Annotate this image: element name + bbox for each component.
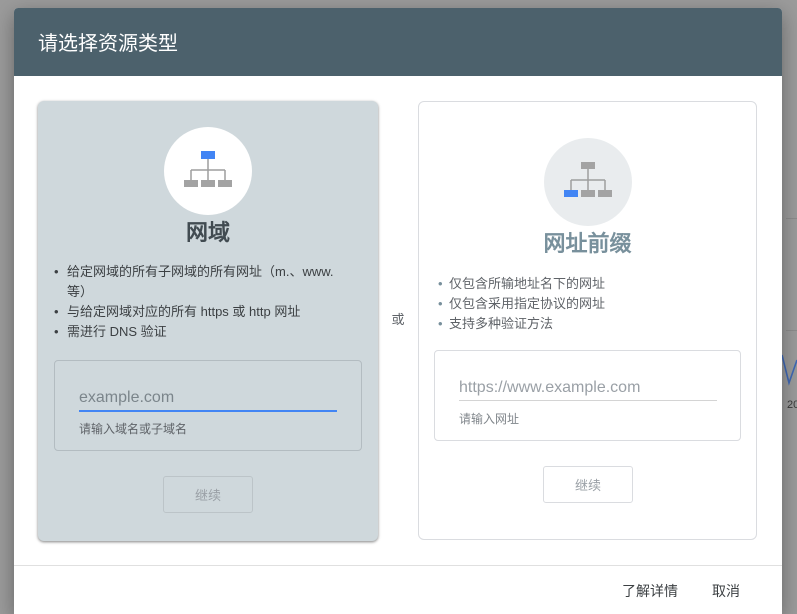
background-divider (786, 330, 797, 331)
list-item: 给定网域的所有子网域的所有网址（m.、www. 等） (54, 262, 344, 302)
list-item: 与给定网域对应的所有 https 或 http 网址 (54, 302, 344, 322)
background-divider (786, 218, 797, 219)
url-prefix-input-helper: 请输入网址 (459, 412, 520, 426)
sitemap-icon (564, 162, 612, 197)
list-item: 仅包含所输地址名下的网址 (438, 274, 728, 294)
url-prefix-icon-circle (544, 138, 632, 226)
url-prefix-continue-button[interactable]: 继续 (543, 466, 633, 503)
url-prefix-title: 网址前缀 (543, 231, 632, 256)
domain-input-field: 请输入域名或子域名 (54, 360, 362, 451)
url-prefix-input[interactable] (459, 375, 717, 401)
list-item: 支持多种验证方法 (438, 314, 728, 334)
url-prefix-feature-list: 仅包含所输地址名下的网址 仅包含采用指定协议的网址 支持多种验证方法 (438, 274, 728, 334)
url-prefix-card[interactable]: 网址前缀 仅包含所输地址名下的网址 仅包含采用指定协议的网址 支持多种验证方法 … (418, 101, 757, 540)
dialog-header: 请选择资源类型 (14, 8, 782, 76)
list-item: 需进行 DNS 验证 (54, 322, 344, 342)
resource-type-dialog: 请选择资源类型 网域 给定网域的所有子网域的所有网址（m.、www. 等） 与给… (14, 8, 782, 614)
domain-input[interactable] (79, 385, 337, 412)
cancel-button[interactable]: 取消 (704, 579, 748, 603)
list-item: 仅包含采用指定协议的网址 (438, 294, 728, 314)
domain-continue-button[interactable]: 继续 (163, 476, 253, 513)
domain-title: 网域 (185, 220, 230, 245)
or-separator: 或 (391, 312, 405, 327)
background-axis-label: 20 (787, 399, 797, 411)
dialog-title: 请选择资源类型 (38, 33, 178, 55)
domain-card[interactable]: 网域 给定网域的所有子网域的所有网址（m.、www. 等） 与给定网域对应的所有… (38, 101, 378, 541)
sitemap-icon (184, 151, 232, 187)
domain-input-helper: 请输入域名或子域名 (79, 422, 188, 436)
footer-divider (14, 565, 782, 566)
domain-feature-list: 给定网域的所有子网域的所有网址（m.、www. 等） 与给定网域对应的所有 ht… (54, 262, 344, 342)
background-chart-line (781, 354, 797, 386)
domain-icon-circle (164, 127, 252, 215)
url-prefix-input-field: 请输入网址 (434, 350, 741, 441)
learn-more-button[interactable]: 了解详情 (616, 579, 684, 603)
